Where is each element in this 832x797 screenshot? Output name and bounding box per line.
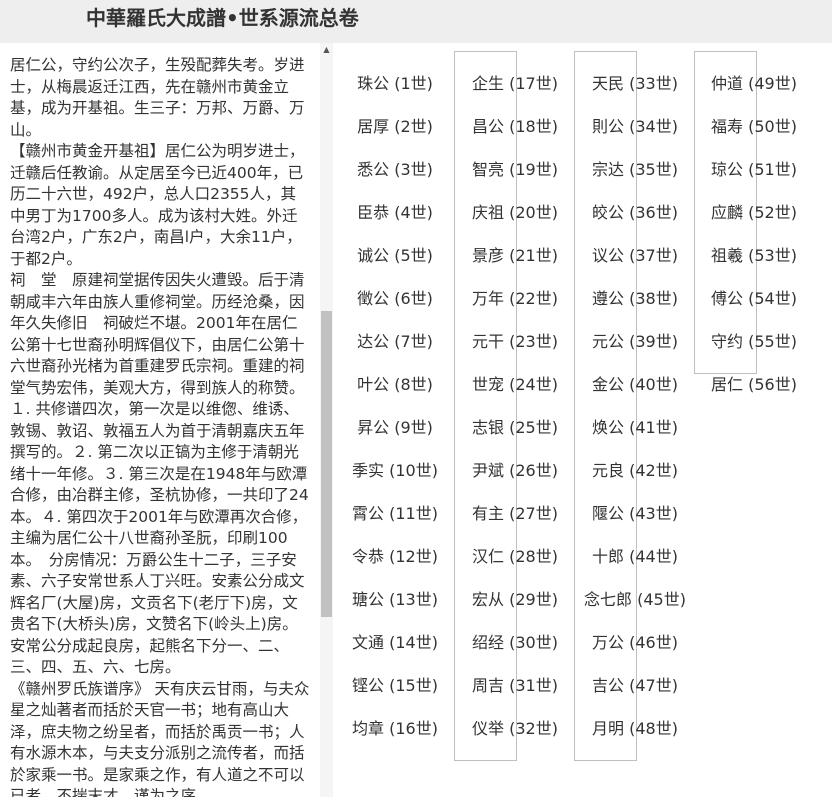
generation-item[interactable]: 吉公 (47世) [592, 676, 678, 696]
generation-item[interactable]: 守约 (55世) [711, 332, 797, 352]
generation-item[interactable]: 有主 (27世) [472, 504, 558, 524]
generation-item[interactable]: 季实 (10世) [352, 461, 438, 481]
generation-item[interactable]: 议公 (37世) [592, 246, 678, 266]
generation-item[interactable]: 铿公 (15世) [352, 676, 438, 696]
paragraph-intro: 居仁公，守约公次子，生殁配葬失考。岁进士，从梅晨返迁江西，先在赣州市黄金立基，成… [10, 56, 305, 139]
generation-tree-panel: 珠公 (1世) 居厚 (2世) 悉公 (3世) 臣恭 (4世) 诚公 (5世) 徵公 (6… [333, 43, 832, 797]
generation-item[interactable]: 元干 (23世) [472, 332, 558, 352]
generation-item[interactable]: 世宠 (24世) [472, 375, 558, 395]
generation-item[interactable]: 万公 (46世) [592, 633, 678, 653]
generation-item[interactable]: 文通 (14世) [352, 633, 438, 653]
generation-item[interactable]: 則公 (34世) [592, 117, 678, 137]
generation-item[interactable]: 均章 (16世) [352, 719, 438, 739]
generation-item[interactable]: 徵公 (6世) [357, 289, 433, 309]
generation-item[interactable]: 傅公 (54世) [711, 289, 797, 309]
generation-item[interactable]: 祖羲 (53世) [711, 246, 797, 266]
paragraph-ancestor: 【赣州市黄金开基祖】居仁公为明岁进士，迁赣后任教谕。从定居至今已近400年，已历… [10, 142, 305, 268]
generation-item[interactable]: 居厚 (2世) [357, 117, 433, 137]
paragraph-ancestral-hall: 祠 堂 原建祠堂据传因失火遭毁。后于清朝咸丰六年由族人重修祠堂。历经沧桑，因年久… [10, 271, 309, 676]
generation-item[interactable]: 万年 (22世) [472, 289, 558, 309]
generation-column-box-2 [454, 51, 517, 761]
generation-item[interactable]: 悉公 (3世) [357, 160, 433, 180]
paragraph-genealogy-preface: 《赣州罗氏族谱序》 天有庆云甘雨，与夫众星之灿著者而括於天官一书；地有高山大泽，… [10, 679, 310, 797]
generation-item[interactable]: 企生 (17世) [472, 74, 558, 94]
header-bar: 中華羅氏大成譜•世系源流总卷 [0, 0, 832, 43]
generation-item[interactable]: 智亮 (19世) [472, 160, 558, 180]
description-text: 居仁公，守约公次子，生殁配葬失考。岁进士，从梅晨返迁江西，先在赣州市黄金立基，成… [10, 55, 310, 797]
generation-item[interactable]: 仪举 (32世) [472, 719, 558, 739]
generation-column-box-3 [574, 51, 637, 761]
generation-item[interactable]: 志银 (25世) [472, 418, 558, 438]
generation-item[interactable]: 尹斌 (26世) [472, 461, 558, 481]
generation-item[interactable]: 霄公 (11世) [352, 504, 438, 524]
generation-item[interactable]: 居仁 (56世) [711, 375, 797, 395]
generation-item[interactable]: 珠公 (1世) [357, 74, 433, 94]
generation-item[interactable]: 达公 (7世) [357, 332, 433, 352]
scroll-thumb[interactable] [321, 311, 332, 617]
generation-item[interactable]: 隁公 (43世) [592, 504, 678, 524]
generation-item[interactable]: 景彦 (21世) [472, 246, 558, 266]
vertical-scrollbar[interactable]: ▲ [320, 43, 333, 797]
generation-item[interactable]: 宏从 (29世) [472, 590, 558, 610]
page-title: 中華羅氏大成譜•世系源流总卷 [86, 6, 359, 30]
generation-item[interactable]: 琼公 (51世) [711, 160, 797, 180]
generation-item[interactable]: 皎公 (36世) [592, 203, 678, 223]
generation-item[interactable]: 庆祖 (20世) [472, 203, 558, 223]
generation-item[interactable]: 绍经 (30世) [472, 633, 558, 653]
generation-item[interactable]: 金公 (40世) [592, 375, 678, 395]
generation-item[interactable]: 仲道 (49世) [711, 74, 797, 94]
generation-item[interactable]: 周吉 (31世) [472, 676, 558, 696]
generation-item[interactable]: 昇公 (9世) [357, 418, 433, 438]
generation-item[interactable]: 令恭 (12世) [352, 547, 438, 567]
generation-item[interactable]: 元良 (42世) [592, 461, 678, 481]
scroll-up-arrow-icon[interactable]: ▲ [320, 45, 333, 55]
generation-item[interactable]: 瑭公 (13世) [352, 590, 438, 610]
generation-item[interactable]: 焕公 (41世) [592, 418, 678, 438]
generation-item[interactable]: 念七郎 (45世) [584, 590, 686, 610]
generation-item[interactable]: 十郎 (44世) [592, 547, 678, 567]
generation-item[interactable]: 遵公 (38世) [592, 289, 678, 309]
generation-item[interactable]: 应麟 (52世) [711, 203, 797, 223]
generation-item[interactable]: 昌公 (18世) [472, 117, 558, 137]
generation-item[interactable]: 汉仁 (28世) [472, 547, 558, 567]
generation-item[interactable]: 宗达 (35世) [592, 160, 678, 180]
generation-item[interactable]: 元公 (39世) [592, 332, 678, 352]
generation-item[interactable]: 天民 (33世) [592, 74, 678, 94]
generation-item[interactable]: 臣恭 (4世) [357, 203, 433, 223]
generation-item[interactable]: 月明 (48世) [592, 719, 678, 739]
generation-item[interactable]: 诚公 (5世) [357, 246, 433, 266]
generation-item[interactable]: 福寿 (50世) [711, 117, 797, 137]
generation-item[interactable]: 叶公 (8世) [357, 375, 433, 395]
description-panel[interactable]: 居仁公，守约公次子，生殁配葬失考。岁进士，从梅晨返迁江西，先在赣州市黄金立基，成… [0, 43, 320, 797]
